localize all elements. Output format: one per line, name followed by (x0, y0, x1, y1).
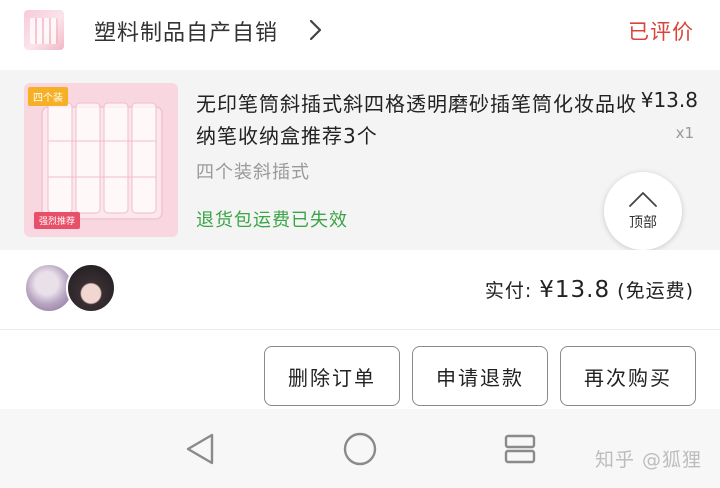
refund-shipping-note: 退货包运费已失效 (196, 210, 348, 231)
order-status: 已评价 (628, 20, 694, 44)
product-price: ¥13.8 (640, 88, 698, 112)
product-sku: 四个装斜插式 (196, 162, 310, 183)
system-nav-bar: 知乎 @狐狸 (0, 409, 720, 488)
total-prefix: 实付: (484, 280, 533, 302)
thumbnail-badge: 四个装 (28, 87, 68, 106)
avatar[interactable] (66, 263, 116, 313)
arrow-up-icon (629, 192, 657, 207)
request-refund-button[interactable]: 申请退款 (412, 346, 548, 406)
buy-again-button[interactable]: 再次购买 (560, 346, 696, 406)
back-to-top-button[interactable]: 顶部 (604, 172, 682, 250)
thumbnail-tag: 强烈推荐 (34, 212, 81, 229)
chevron-right-icon[interactable] (308, 19, 322, 41)
total-paid: 实付: ¥13.8 (免运费) (485, 276, 694, 303)
shop-name[interactable]: 塑料制品自产自销 (94, 15, 278, 47)
watermark: 知乎 @狐狸 (594, 449, 702, 471)
pen-holder-image (41, 102, 163, 220)
order-actions: 删除订单 申请退款 再次购买 (0, 331, 720, 409)
nav-recent-icon[interactable] (502, 431, 538, 467)
nav-home-icon[interactable] (342, 431, 378, 467)
delete-order-button[interactable]: 删除订单 (264, 346, 400, 406)
shop-header: 塑料制品自产自销 已评价 (0, 0, 720, 70)
back-to-top-label: 顶部 (629, 215, 657, 231)
shop-logo[interactable] (24, 10, 64, 50)
nav-back-icon[interactable] (182, 431, 218, 467)
product-title[interactable]: 无印笔筒斜插式斜四格透明磨砂插笔筒化妆品收纳笔收纳盒推荐3个 (196, 88, 644, 152)
order-summary: 实付: ¥13.8 (免运费) (0, 250, 720, 330)
product-thumbnail[interactable]: 四个装 强烈推荐 (24, 83, 178, 237)
total-amount: ¥13.8 (539, 277, 611, 303)
shipping-note: (免运费) (617, 280, 694, 302)
product-quantity: x1 (675, 124, 694, 142)
